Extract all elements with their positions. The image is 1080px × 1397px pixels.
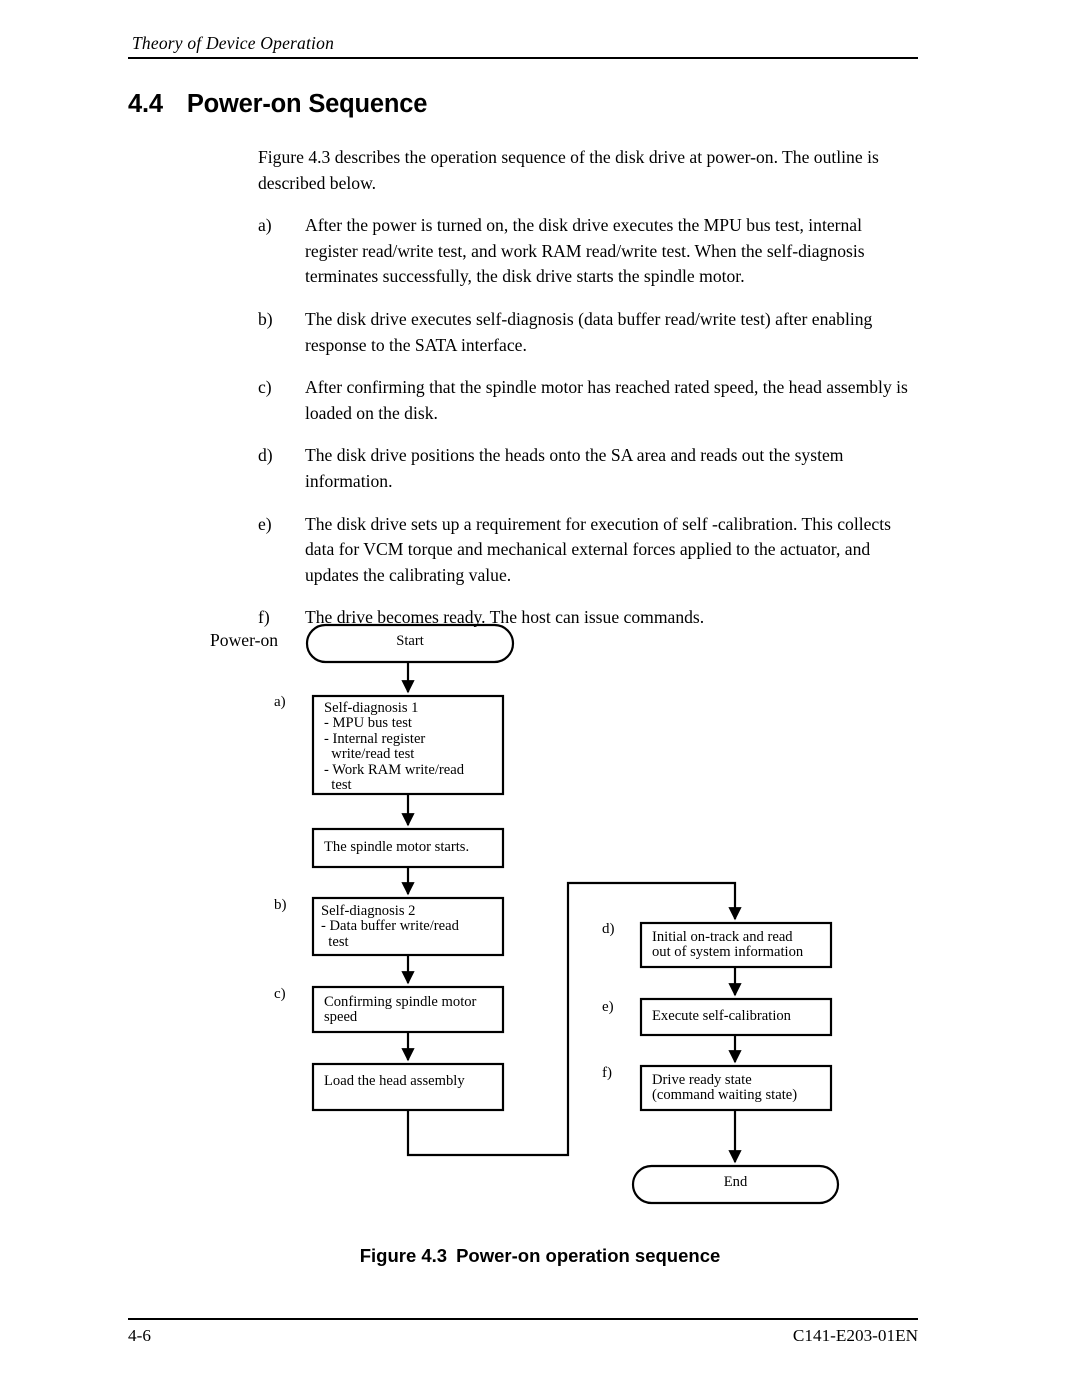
list-item-marker: f) (258, 607, 270, 628)
list-item-text: The disk drive sets up a requirement for… (305, 513, 891, 585)
page-number: 4-6 (128, 1326, 151, 1345)
intro-paragraph: Figure 4.3 describes the operation seque… (258, 147, 879, 193)
section-number: 4.4 (128, 90, 163, 118)
page-footer: 4-6 C141-E203-01EN (128, 1318, 918, 1346)
node-initial-ontrack-shape (639, 921, 833, 969)
node-self-calibration-shape (639, 997, 833, 1037)
list-item-text: After the power is turned on, the disk d… (305, 215, 865, 287)
node-confirm-speed-shape (311, 985, 505, 1034)
step-marker-a: a) (274, 694, 286, 710)
node-load-head-shape (311, 1062, 505, 1112)
step-marker-b: b) (274, 897, 287, 913)
node-initial-ontrack-label: Initial on-track and read out of system … (652, 929, 804, 961)
document-number: C141-E203-01EN (792, 1326, 918, 1345)
figure-caption-number: Figure 4.3 (359, 1245, 448, 1266)
list-item-marker: c) (258, 377, 272, 398)
list-item-text: The disk drive executes self-diagnosis (… (305, 308, 873, 355)
node-drive-ready-label: Drive ready state (command waiting state… (652, 1072, 798, 1104)
list-item-text: The disk drive positions the heads onto … (305, 445, 844, 491)
list-item-marker: b) (258, 308, 273, 329)
header-rule (128, 57, 918, 59)
list-item-marker: d) (258, 445, 273, 466)
node-spindle-start-label: The spindle motor starts. (324, 839, 470, 855)
node-self-diagnosis-1-shape (311, 694, 505, 796)
list-item-marker: a) (258, 215, 272, 236)
section-title: Power-on Sequence (186, 90, 428, 118)
list-item-text: The drive becomes ready. The host can is… (305, 607, 705, 628)
node-end-shape (631, 1164, 840, 1205)
node-self-diagnosis-2-label: Self-diagnosis 2 - Data buffer write/rea… (321, 903, 459, 950)
node-load-head-label: Load the head assembly (324, 1073, 465, 1089)
list-item: a) After the power is turned on, the dis… (258, 213, 918, 290)
list-item-text: After confirming that the spindle motor … (305, 377, 908, 423)
body-copy: Figure 4.3 describes the operation seque… (258, 145, 918, 648)
list-item: c) After confirming that the spindle mot… (258, 375, 918, 426)
connector-loadhead-to-ontrack (406, 881, 742, 1157)
list-item: e) The disk drive sets up a requirement … (258, 512, 918, 589)
list-item: b) The disk drive executes self-diagnosi… (258, 307, 918, 358)
node-self-diagnosis-1-label: Self-diagnosis 1 - MPU bus test - Intern… (324, 700, 465, 794)
list-item: d) The disk drive positions the heads on… (258, 443, 918, 494)
node-end-label: End (723, 1174, 748, 1190)
node-self-calibration-label: Execute self-calibration (652, 1008, 791, 1024)
running-header-title: Theory of Device Operation (132, 33, 335, 53)
node-spindle-start-shape (311, 827, 505, 869)
step-marker-f: f) (602, 1065, 612, 1081)
node-confirm-speed-label: Confirming spindle motor speed (324, 994, 477, 1026)
step-marker-d: d) (602, 921, 615, 937)
footer-rule (128, 1318, 918, 1320)
node-self-diagnosis-2-shape (311, 896, 505, 957)
step-marker-e: e) (602, 999, 614, 1015)
page-title: 4.4 Power-on Sequence (128, 90, 427, 119)
figure-caption-title: Power-on operation sequence (456, 1245, 721, 1266)
list-item-marker: e) (258, 513, 272, 534)
running-header: Theory of Device Operation (128, 33, 918, 59)
node-drive-ready-shape (639, 1064, 833, 1112)
list-item: f) The drive becomes ready. The host can… (258, 605, 918, 631)
figure-caption: Figure 4.3 Power-on operation sequence (0, 1245, 1080, 1267)
step-marker-c: c) (274, 986, 286, 1002)
